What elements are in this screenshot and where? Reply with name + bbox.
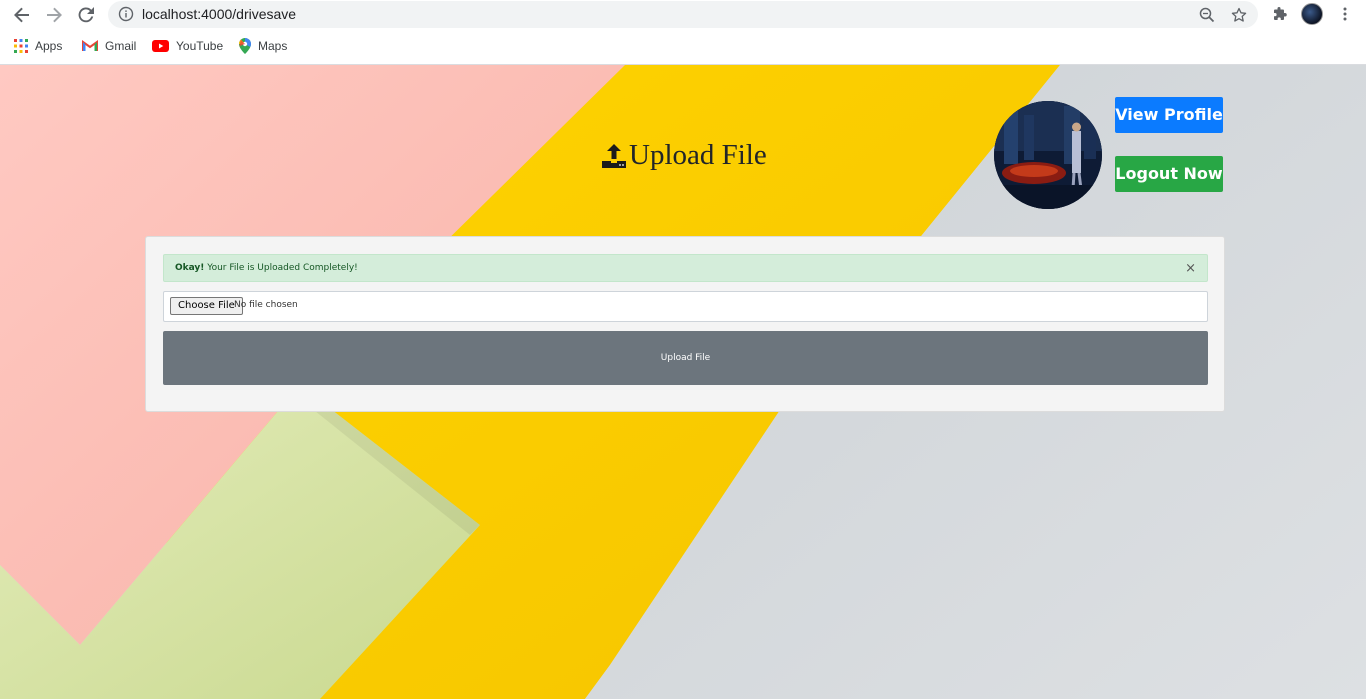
back-arrow-icon xyxy=(14,7,29,23)
bookmark-label: YouTube xyxy=(176,39,224,53)
browser-menu-button[interactable] xyxy=(1335,4,1355,24)
info-icon[interactable] xyxy=(118,6,134,22)
maps-pin-icon xyxy=(239,38,251,54)
upload-file-button[interactable]: Upload File xyxy=(163,331,1208,385)
file-status-text: No file chosen xyxy=(234,300,298,310)
profile-avatar xyxy=(994,101,1102,209)
alert-close-icon[interactable]: × xyxy=(1185,255,1196,282)
youtube-icon xyxy=(152,40,169,52)
kebab-menu-icon xyxy=(1343,7,1347,21)
page-title: Upload File xyxy=(600,139,767,172)
view-profile-button[interactable]: View Profile xyxy=(1115,97,1223,133)
logout-button[interactable]: Logout Now xyxy=(1115,156,1223,192)
alert-strong-text: Okay! xyxy=(175,263,205,273)
zoom-icon xyxy=(1199,7,1215,23)
star-icon xyxy=(1231,7,1247,22)
choose-file-button[interactable]: Choose File xyxy=(170,297,243,315)
browser-profile-avatar[interactable] xyxy=(1301,3,1323,25)
bookmark-label: Apps xyxy=(35,39,63,53)
address-bar[interactable]: localhost:4000/drivesave xyxy=(108,1,1258,28)
bookmark-gmail[interactable]: Gmail xyxy=(82,37,136,55)
forward-arrow-icon xyxy=(47,7,62,23)
bookmark-label: Maps xyxy=(258,39,288,53)
zoom-button[interactable] xyxy=(1197,5,1217,25)
profile-photo xyxy=(994,101,1102,209)
forward-button[interactable] xyxy=(42,3,66,27)
bookmark-maps[interactable]: Maps xyxy=(239,37,287,55)
bookmark-apps[interactable]: Apps xyxy=(14,37,62,55)
extensions-button[interactable] xyxy=(1270,4,1290,24)
upload-icon xyxy=(602,143,626,168)
browser-chrome: localhost:4000/drivesave Apps Gmail YouT… xyxy=(0,0,1366,65)
reload-button[interactable] xyxy=(74,3,98,27)
back-button[interactable] xyxy=(10,3,34,27)
success-alert: Okay! Your File is Uploaded Completely! … xyxy=(163,254,1208,282)
apps-grid-icon xyxy=(14,39,28,53)
browser-toolbar: localhost:4000/drivesave xyxy=(0,0,1366,30)
bookmarks-bar: Apps Gmail YouTube Maps xyxy=(0,34,1366,58)
puzzle-icon xyxy=(1274,7,1287,20)
page-title-text: Upload File xyxy=(629,139,767,171)
reload-icon xyxy=(78,7,94,23)
page-viewport: Upload File View Profile Logout Now Okay… xyxy=(0,65,1366,699)
bookmark-youtube[interactable]: YouTube xyxy=(152,37,223,55)
gmail-icon xyxy=(82,40,98,51)
bookmark-label: Gmail xyxy=(105,39,137,53)
file-input[interactable]: Choose File No file chosen xyxy=(163,291,1208,322)
url-text: localhost:4000/drivesave xyxy=(142,6,297,22)
alert-message: Your File is Uploaded Completely! xyxy=(204,263,358,273)
upload-card: Okay! Your File is Uploaded Completely! … xyxy=(145,236,1225,412)
bookmark-star-button[interactable] xyxy=(1229,5,1249,25)
